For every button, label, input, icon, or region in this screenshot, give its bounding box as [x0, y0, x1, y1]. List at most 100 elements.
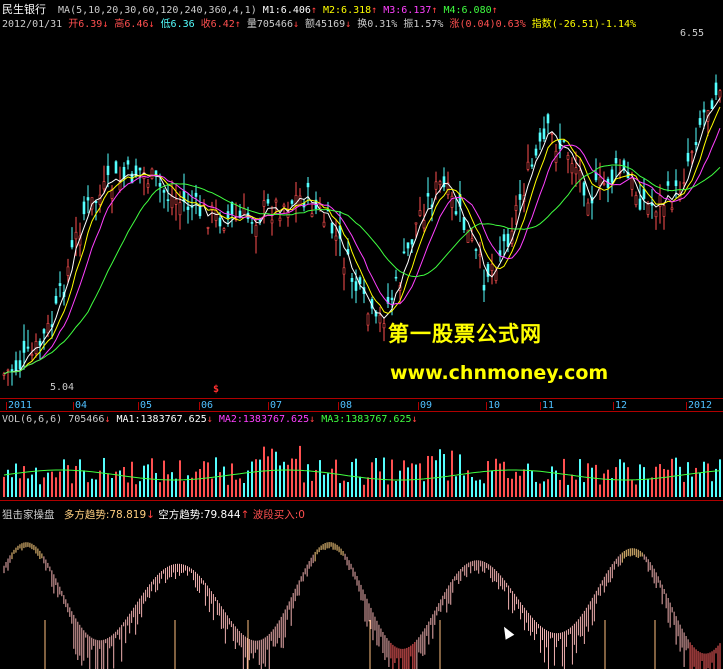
- month-tick: [486, 402, 487, 410]
- candle-body: [66, 266, 70, 276]
- candle-body: [278, 217, 282, 222]
- month-label-04: 04: [75, 400, 88, 411]
- candle-body: [566, 155, 570, 160]
- watermark-url[interactable]: www.chnmoney.com: [390, 362, 608, 384]
- candle-body: [250, 222, 254, 224]
- candle-body: [150, 168, 154, 179]
- candle-body: [350, 278, 354, 282]
- candle-body: [630, 177, 634, 190]
- candle-body: [42, 329, 46, 334]
- candle-body: [534, 148, 538, 156]
- candle-body: [158, 182, 162, 187]
- candle-body: [662, 205, 666, 217]
- bull-trend: 多方趋势:78.819: [63, 509, 147, 521]
- month-tick: [199, 402, 200, 410]
- candle-body: [562, 140, 566, 142]
- candle-body: [654, 211, 658, 218]
- candle-body: [686, 152, 690, 162]
- candle-body: [390, 297, 394, 301]
- candle-body: [490, 263, 494, 271]
- candle-body: [382, 323, 386, 329]
- candle-body: [610, 169, 614, 183]
- candle-body: [694, 142, 698, 146]
- candle-body: [602, 183, 606, 185]
- month-label-09: 09: [420, 400, 433, 411]
- candle-body: [690, 151, 694, 154]
- candle-body: [410, 239, 414, 245]
- candle-body: [582, 182, 586, 196]
- candle-body: [418, 210, 422, 216]
- candle-body: [422, 220, 426, 229]
- indicator-header: 狙击家操盘 多方趋势:78.819↓ 空方趋势:79.844↑ 波段买入:0: [2, 509, 305, 521]
- turnover-value: 换0.31%: [357, 19, 398, 30]
- month-label-12: 12: [615, 400, 628, 411]
- candle-body: [394, 276, 398, 279]
- candle-body: [282, 204, 286, 207]
- candle-body: [574, 167, 578, 175]
- dollar-marker-icon[interactable]: $: [213, 384, 219, 395]
- candle-body: [46, 323, 50, 334]
- candle-body: [242, 208, 246, 215]
- candle-body: [214, 209, 218, 221]
- vol-value: 705466: [68, 414, 105, 425]
- candle-body: [434, 181, 438, 190]
- candle-body: [542, 128, 546, 139]
- candle-body: [426, 193, 430, 197]
- candle-body: [274, 199, 278, 203]
- candle-body: [334, 235, 338, 241]
- candle-body: [646, 203, 650, 215]
- candle-body: [330, 222, 334, 234]
- chart-canvas[interactable]: [0, 0, 723, 669]
- candle-body: [482, 284, 486, 291]
- indicator-name[interactable]: 狙击家操盘: [2, 509, 55, 521]
- candle-body: [306, 182, 310, 188]
- candle-body: [638, 198, 642, 210]
- candle-body: [102, 181, 106, 190]
- candle-body: [322, 221, 326, 227]
- candle-body: [178, 202, 182, 216]
- candle-body: [270, 219, 274, 224]
- month-label-06: 06: [201, 400, 214, 411]
- candle-body: [478, 254, 482, 257]
- candle-body: [470, 238, 474, 241]
- candle-body: [718, 90, 722, 98]
- month-tick: [73, 402, 74, 410]
- candle-body: [254, 225, 258, 237]
- candle-body: [414, 222, 418, 225]
- month-tick: [338, 402, 339, 410]
- candle-body: [450, 195, 454, 208]
- candle-body: [402, 251, 406, 254]
- candle-body: [6, 369, 10, 372]
- band-buy: 波段买入:0: [252, 509, 305, 521]
- candle-body: [14, 360, 18, 372]
- candle-body: [530, 164, 534, 167]
- candle-body: [586, 202, 590, 216]
- ma-line-white: [3, 97, 721, 375]
- candle-body: [378, 314, 382, 324]
- candle-body: [506, 233, 510, 247]
- candle-body: [86, 197, 90, 201]
- candle-body: [266, 199, 270, 204]
- month-label-05: 05: [140, 400, 153, 411]
- price-high-label: 6.55: [680, 28, 705, 39]
- candle-body: [138, 167, 142, 171]
- vol-label: VOL(6,6,6): [2, 414, 63, 425]
- candle-body: [642, 188, 646, 199]
- amplitude-value: 振1.57%: [403, 19, 444, 30]
- candle-body: [462, 217, 466, 231]
- ma-line-yellow: [3, 106, 721, 375]
- vol-ma1: MA1:1383767.625: [116, 414, 207, 425]
- candle-body: [226, 211, 230, 219]
- candle-body: [670, 207, 674, 210]
- month-label-2011: 2011: [8, 400, 33, 411]
- candle-body: [74, 231, 78, 240]
- month-label-10: 10: [488, 400, 501, 411]
- candle-body: [262, 200, 266, 207]
- candle-body: [54, 295, 58, 304]
- bear-trend: 空方趋势:79.844: [158, 509, 241, 521]
- vol-ma2: MA2:1383767.625: [218, 414, 310, 425]
- candle-body: [666, 181, 670, 186]
- open-price: 开6.39: [68, 19, 103, 30]
- index-value: 指数(-26.51)-1.14%: [531, 19, 637, 30]
- month-label-11: 11: [542, 400, 555, 411]
